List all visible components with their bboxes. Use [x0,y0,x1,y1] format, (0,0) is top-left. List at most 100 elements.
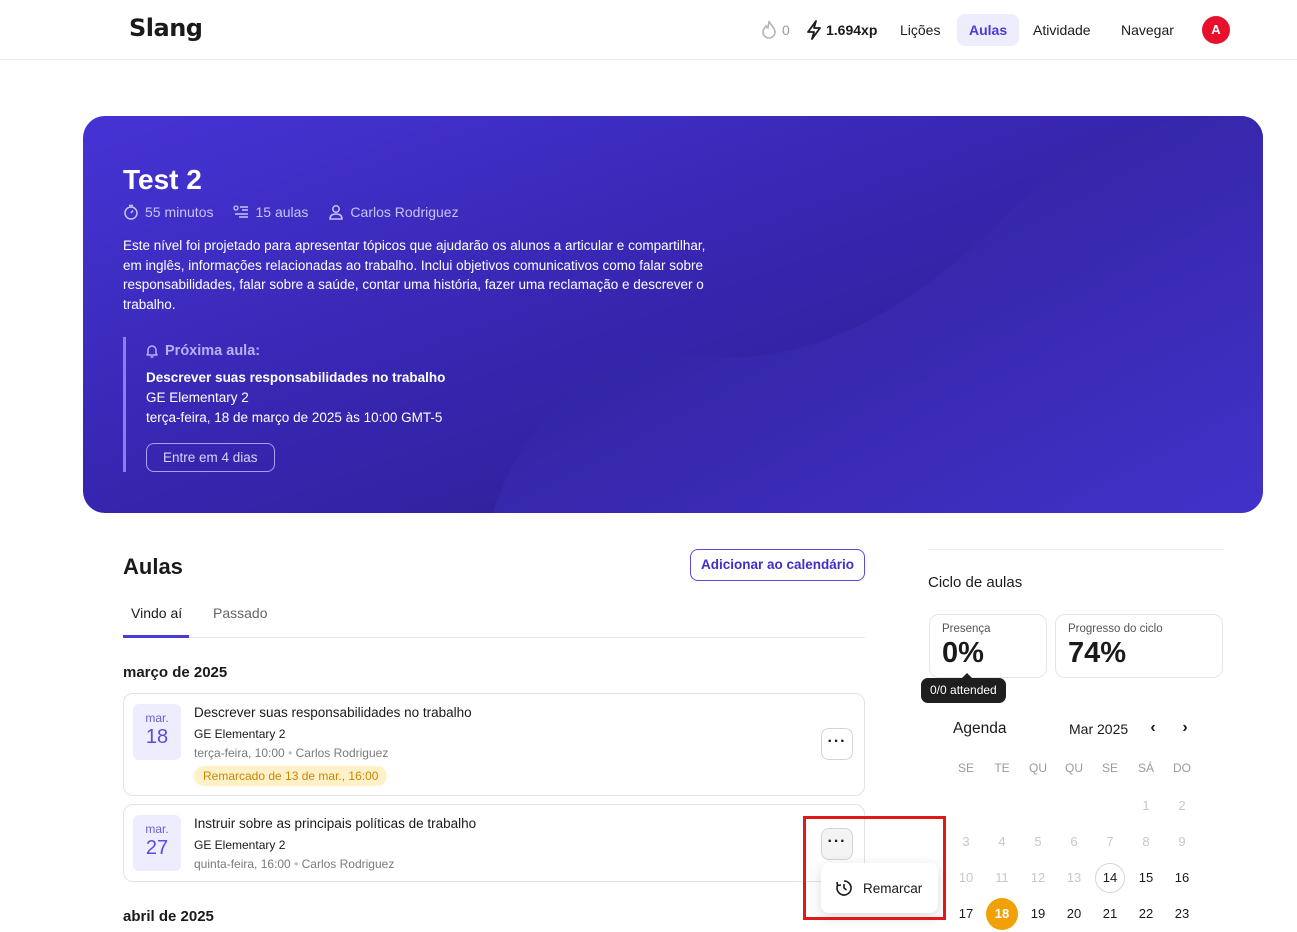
user-icon [329,205,344,220]
calendar-day[interactable]: 3 [948,824,984,860]
lesson-more-button[interactable]: ··· [821,828,853,860]
nav-aulas[interactable]: Aulas [957,14,1020,46]
lesson-time: terça-feira, 10:00 [194,746,285,760]
attendance-card[interactable]: Presença 0% [929,614,1047,678]
user-avatar[interactable]: A [1202,16,1230,44]
calendar-day[interactable]: 16 [1164,860,1200,896]
calendar-week-row: 10 11 12 13 14 15 16 [948,860,1200,896]
lesson-info: quinta-feira, 16:00 • Carlos Rodriguez [194,857,395,871]
xp-value: 1.694xp [826,22,878,38]
prev-month-button[interactable]: ‹ [1144,718,1162,738]
agenda-heading: Agenda [953,720,1007,737]
calendar-day-number: 2 [1178,798,1186,813]
more-dots-icon: ··· [827,733,847,750]
lesson-date-box: mar. 18 [133,704,181,760]
calendar-day[interactable]: 6 [1056,824,1092,860]
weekday-label: QU [1029,761,1047,775]
streak-counter: 0 [760,20,790,40]
next-lesson-panel: Próxima aula: Descrever suas responsabil… [123,337,523,472]
nav-atividade[interactable]: Atividade [1021,14,1103,46]
calendar-day-number: 12 [1030,870,1046,885]
calendar-day[interactable]: 23 [1164,896,1200,932]
rescheduled-badge: Remarcado de 13 de mar., 16:00 [194,766,388,786]
next-lesson-level: GE Elementary 2 [146,390,249,405]
calendar-day[interactable]: 20 [1056,896,1092,932]
lesson-card[interactable]: mar. 27 Instruir sobre as principais pol… [123,804,865,882]
calendar-day[interactable]: 11 [984,860,1020,896]
calendar-day-number: 14 [1095,863,1125,893]
calendar-day[interactable]: 4 [984,824,1020,860]
add-to-calendar-button[interactable]: Adicionar ao calendário [690,549,865,581]
calendar-day[interactable]: 9 [1164,824,1200,860]
cycle-progress-card: Progresso do ciclo 74% [1055,614,1223,678]
xp-counter: 1.694xp [806,20,877,40]
reschedule-menu-item[interactable]: Remarcar [821,863,938,913]
calendar-day-number: 11 [995,870,1009,885]
calendar-day[interactable]: 7 [1092,824,1128,860]
calendar-day-number: 15 [1138,870,1154,885]
lesson-level: GE Elementary 2 [194,727,286,741]
nav-navegar[interactable]: Navegar [1109,14,1186,46]
lesson-day: 27 [145,837,169,859]
calendar-week-row: 17 18 19 20 21 22 23 [948,896,1200,932]
nav-licoes[interactable]: Lições [888,14,952,46]
course-title: Test 2 [123,164,202,195]
lesson-title: Descrever suas responsabilidades no trab… [194,705,472,720]
reschedule-clock-icon [836,880,852,896]
calendar-empty-cell [1092,788,1128,824]
calendar-day[interactable]: 17 [948,896,984,932]
lesson-teacher: Carlos Rodriguez [301,857,395,871]
cycle-progress-value: 74% [1068,637,1127,669]
lesson-month: mar. [145,822,169,836]
lesson-teacher: Carlos Rodriguez [295,746,389,760]
calendar-day-number: 19 [1030,906,1046,921]
calendar-day[interactable]: 2 [1164,788,1200,824]
lesson-title: Instruir sobre as principais políticas d… [194,816,477,831]
list-icon [233,205,249,218]
calendar-day-number: 6 [1070,834,1078,849]
calendar-day[interactable]: 14 [1092,860,1128,896]
duration-text: 55 minutos [145,204,214,220]
attendance-tooltip: 0/0 attended [921,673,1006,703]
calendar-day-number: 1 [1142,798,1150,813]
calendar-day-number: 9 [1178,834,1186,849]
next-lesson-title: Descrever suas responsabilidades no trab… [146,370,446,385]
teacher-meta: Carlos Rodriguez [328,204,459,220]
lessons-tabs: Vindo aí Passado [123,600,865,638]
weekday-header: SE TE QU QU SE SÁ DO [948,752,1200,788]
lesson-card[interactable]: mar. 18 Descrever suas responsabilidades… [123,693,865,796]
cycle-progress-label: Progresso do ciclo [1068,623,1163,635]
calendar-day[interactable]: 1 [1128,788,1164,824]
calendar-empty-cell [984,788,1020,824]
attendance-value: 0% [942,637,984,669]
calendar-empty-cell [1020,788,1056,824]
calendar-day[interactable]: 10 [948,860,984,896]
calendar-empty-cell [948,788,984,824]
lesson-more-button[interactable]: ··· [821,728,853,760]
next-month-button[interactable]: › [1176,718,1194,738]
next-lesson-label: Próxima aula: [144,343,260,359]
panel-divider [928,549,1223,550]
calendar-day[interactable]: 19 [1020,896,1056,932]
timer-icon [124,204,138,220]
calendar-day[interactable]: 21 [1092,896,1128,932]
calendar-day[interactable]: 18 [984,896,1020,932]
calendar-day[interactable]: 12 [1020,860,1056,896]
calendar-day[interactable]: 8 [1128,824,1164,860]
calendar-day[interactable]: 5 [1020,824,1056,860]
month-group-label: abril de 2025 [123,908,214,925]
next-lesson-label-text: Próxima aula: [165,343,261,359]
calendar-day-number: 3 [962,834,970,849]
join-lesson-button[interactable]: Entre em 4 dias [146,443,275,472]
lesson-day: 18 [145,726,169,748]
slang-logo[interactable]: Slang [129,14,203,42]
calendar-day[interactable]: 22 [1128,896,1164,932]
tab-past[interactable]: Passado [213,605,267,621]
tab-upcoming[interactable]: Vindo aí [131,605,182,621]
teacher-text: Carlos Rodriguez [350,204,459,220]
flame-icon [762,20,776,39]
weekday-label: SÁ [1137,761,1154,775]
calendar-day[interactable]: 13 [1056,860,1092,896]
calendar-weeks: 1 2 3 4 5 6 7 8 9 10 11 12 13 14 15 16 17 18 19 20 21 22 23 [948,788,1200,932]
calendar-day[interactable]: 15 [1128,860,1164,896]
